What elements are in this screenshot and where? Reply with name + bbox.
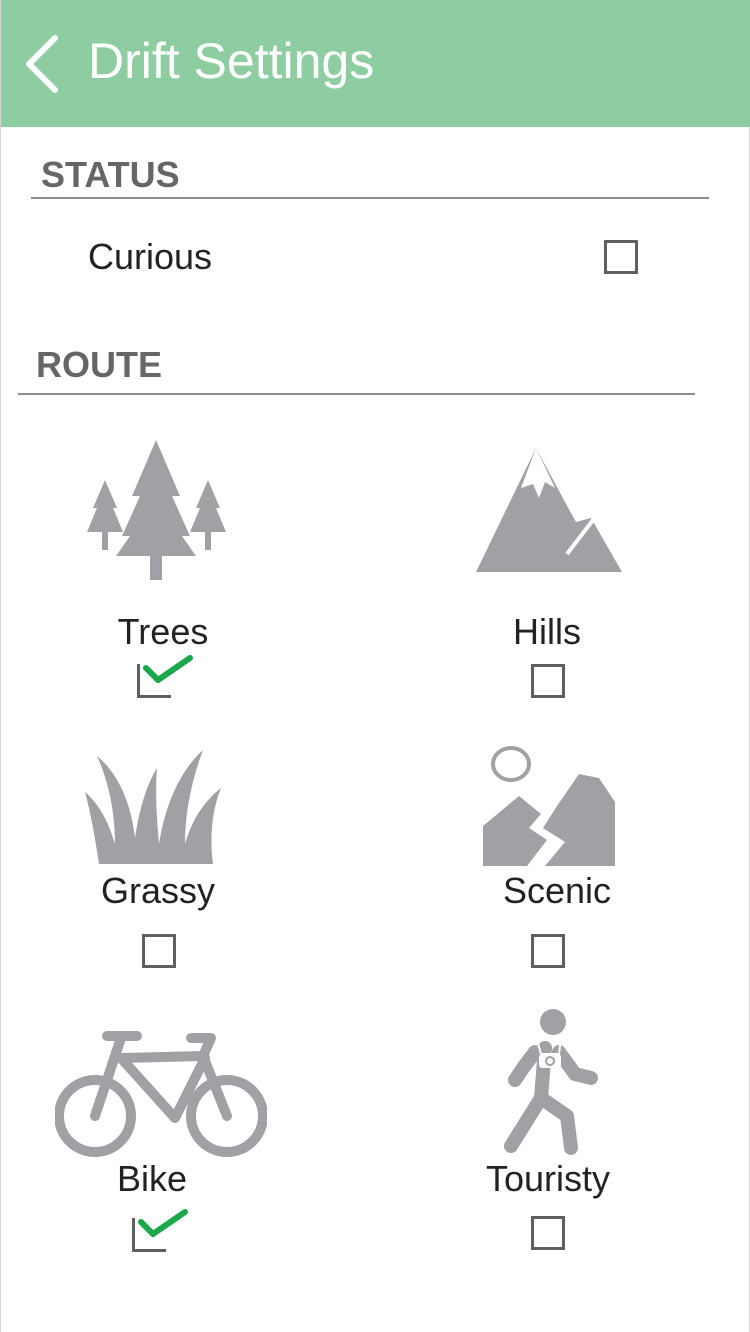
- checkmark-icon: [143, 655, 193, 683]
- curious-checkbox[interactable]: [604, 240, 638, 274]
- trees-checkbox[interactable]: [137, 655, 193, 698]
- bike-label: Bike: [116, 1158, 188, 1199]
- status-divider: [31, 197, 709, 199]
- trees-label: Trees: [117, 611, 209, 652]
- route-section-title: ROUTE: [36, 344, 162, 385]
- app-header: Drift Settings: [1, 0, 750, 127]
- back-button[interactable]: [19, 30, 69, 98]
- scenic-checkbox[interactable]: [531, 934, 565, 968]
- route-divider: [18, 393, 695, 395]
- page-title: Drift Settings: [88, 33, 375, 89]
- touristy-checkbox[interactable]: [531, 1216, 565, 1250]
- bike-icon: [55, 1031, 267, 1157]
- tourist-icon: [504, 1009, 598, 1155]
- mountain-icon: [476, 448, 622, 572]
- hills-checkbox[interactable]: [531, 664, 565, 698]
- checkmark-icon: [138, 1209, 188, 1237]
- status-section-title: STATUS: [41, 154, 180, 195]
- curious-label: Curious: [88, 236, 213, 277]
- grass-icon: [85, 750, 221, 864]
- trees-icon: [87, 440, 226, 580]
- scenic-label: Scenic: [502, 870, 612, 911]
- grassy-checkbox[interactable]: [142, 934, 176, 968]
- hills-label: Hills: [513, 611, 581, 652]
- bike-checkbox[interactable]: [132, 1209, 188, 1252]
- scenic-icon: [483, 746, 615, 866]
- grassy-label: Grassy: [100, 870, 215, 911]
- touristy-label: Touristy: [485, 1158, 611, 1199]
- chevron-left-icon: [26, 35, 58, 93]
